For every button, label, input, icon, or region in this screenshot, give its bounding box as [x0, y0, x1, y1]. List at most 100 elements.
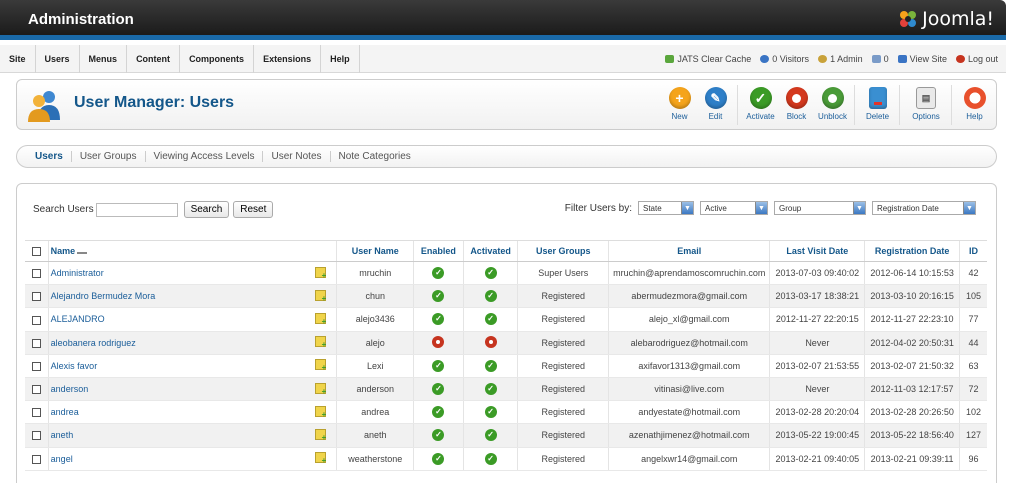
enabled-check-icon[interactable]: ✓	[432, 267, 445, 280]
menu-users[interactable]: Users	[36, 45, 80, 73]
activate-button[interactable]: ✓ Activate	[743, 83, 778, 127]
col-registration[interactable]: Registration Date	[864, 240, 960, 262]
note-cell	[305, 400, 337, 425]
status-logout[interactable]: Log out	[955, 54, 998, 64]
add-note-icon[interactable]	[315, 428, 327, 442]
col-activated[interactable]: Activated	[462, 240, 518, 262]
menu-extensions[interactable]: Extensions	[254, 45, 322, 73]
enabled-check-icon[interactable]: ✓	[432, 313, 445, 326]
unblock-icon	[821, 87, 844, 109]
row-checkbox[interactable]	[31, 431, 41, 441]
tab-users[interactable]: Users	[27, 151, 72, 162]
user-name-link[interactable]: andrea	[47, 400, 306, 425]
search-input[interactable]	[95, 202, 178, 217]
status-clear-cache[interactable]: JATS Clear Cache	[665, 54, 751, 64]
col-id[interactable]: ID	[959, 240, 987, 262]
col-name[interactable]: Name	[47, 240, 337, 262]
row-select-cell	[25, 447, 49, 471]
menu-menus[interactable]: Menus	[80, 45, 128, 73]
search-button[interactable]: Search	[183, 201, 230, 218]
menu-content[interactable]: Content	[127, 45, 181, 73]
add-note-icon[interactable]	[315, 382, 327, 396]
row-checkbox[interactable]	[31, 338, 41, 348]
activated-check-icon[interactable]: ✓	[484, 290, 497, 303]
row-checkbox[interactable]	[31, 292, 41, 302]
activated-check-icon[interactable]: ✓	[484, 406, 497, 419]
activated-blocked-icon[interactable]	[484, 335, 497, 348]
user-name-link[interactable]: angel	[47, 447, 306, 471]
email-cell: azenathjimenez@hotmail.com	[608, 423, 770, 448]
enabled-check-icon[interactable]: ✓	[432, 452, 445, 465]
activated-check-icon[interactable]: ✓	[484, 383, 497, 396]
activated-check-icon[interactable]: ✓	[484, 429, 497, 442]
new-button[interactable]: + New	[662, 83, 697, 127]
help-button[interactable]: Help	[957, 83, 992, 127]
delete-button[interactable]: Delete	[860, 83, 895, 127]
user-name-link[interactable]: Alexis favor	[47, 354, 306, 378]
row-checkbox[interactable]	[31, 315, 41, 325]
add-note-icon[interactable]	[315, 405, 327, 419]
joomla-logo[interactable]: Joomla!	[898, 8, 994, 30]
col-enabled[interactable]: Enabled	[413, 240, 464, 262]
tab-user-groups[interactable]: User Groups	[72, 151, 146, 162]
email-cell: alebarodriguez@hotmail.com	[608, 331, 770, 355]
add-note-icon[interactable]	[315, 359, 327, 372]
status-messages[interactable]: 0	[871, 54, 889, 64]
add-note-icon[interactable]	[315, 336, 327, 349]
activated-cell: ✓	[462, 284, 518, 309]
tab-user-notes[interactable]: User Notes	[263, 151, 331, 162]
add-note-icon[interactable]	[315, 266, 327, 280]
add-note-icon[interactable]	[315, 289, 327, 303]
enabled-blocked-icon[interactable]	[432, 335, 445, 348]
registration-cell: 2012-04-02 20:50:31	[864, 331, 960, 355]
col-email[interactable]: Email	[608, 240, 770, 262]
tab-note-categories[interactable]: Note Categories	[331, 151, 419, 162]
col-username[interactable]: User Name	[336, 240, 414, 262]
enabled-check-icon[interactable]: ✓	[432, 383, 445, 396]
activated-check-icon[interactable]: ✓	[484, 452, 497, 465]
block-button[interactable]: Block	[779, 83, 814, 127]
edit-button[interactable]: ✎ Edit	[698, 83, 733, 127]
user-name-link[interactable]: Administrator	[47, 261, 306, 286]
user-name-link[interactable]: anderson	[47, 377, 306, 402]
activated-check-icon[interactable]: ✓	[484, 359, 497, 372]
tab-viewing-access-levels[interactable]: Viewing Access Levels	[146, 151, 264, 162]
activated-check-icon[interactable]: ✓	[484, 267, 497, 280]
enabled-check-icon[interactable]: ✓	[432, 359, 445, 372]
col-last-visit[interactable]: Last Visit Date	[769, 240, 865, 262]
unblock-button[interactable]: Unblock	[815, 83, 850, 127]
status-view-site[interactable]: View Site	[897, 54, 947, 64]
row-checkbox[interactable]	[31, 454, 41, 464]
select-all-checkbox[interactable]	[31, 247, 41, 257]
user-name-link[interactable]: ALEJANDRO	[47, 307, 306, 332]
user-name-link[interactable]: aneth	[47, 423, 306, 448]
menu-components[interactable]: Components	[180, 45, 255, 73]
group-select[interactable]: Group ▼	[774, 201, 866, 215]
enabled-cell: ✓	[413, 307, 464, 332]
active-select[interactable]: Active ▼	[700, 201, 768, 215]
chevron-down-icon: ▼	[963, 202, 975, 214]
activated-cell: ✓	[462, 377, 518, 402]
enabled-check-icon[interactable]: ✓	[432, 290, 445, 303]
user-name-link[interactable]: Alejandro Bermudez Mora	[47, 284, 306, 309]
row-checkbox[interactable]	[31, 361, 41, 371]
menu-site[interactable]: Site	[0, 45, 36, 73]
options-button[interactable]: ▤ Options	[905, 83, 947, 127]
email-cell: vitinasi@live.com	[608, 377, 770, 402]
user-name-link[interactable]: aleobanera rodriguez	[47, 331, 306, 355]
add-note-icon[interactable]	[315, 312, 327, 326]
activated-check-icon[interactable]: ✓	[484, 313, 497, 326]
state-select[interactable]: State ▼	[638, 201, 694, 215]
enabled-check-icon[interactable]: ✓	[432, 406, 445, 419]
registration-date-select[interactable]: Registration Date ▼	[872, 201, 976, 215]
enabled-check-icon[interactable]: ✓	[432, 429, 445, 442]
add-note-icon[interactable]	[315, 452, 327, 465]
last-visit-cell: 2012-11-27 22:20:15	[769, 307, 865, 332]
reset-button[interactable]: Reset	[233, 201, 274, 218]
user-group-cell: Registered	[517, 423, 609, 448]
row-checkbox[interactable]	[31, 408, 41, 418]
enabled-cell: ✓	[413, 447, 464, 471]
menu-help[interactable]: Help	[321, 45, 360, 73]
row-checkbox[interactable]	[31, 385, 41, 395]
row-checkbox[interactable]	[31, 269, 41, 279]
